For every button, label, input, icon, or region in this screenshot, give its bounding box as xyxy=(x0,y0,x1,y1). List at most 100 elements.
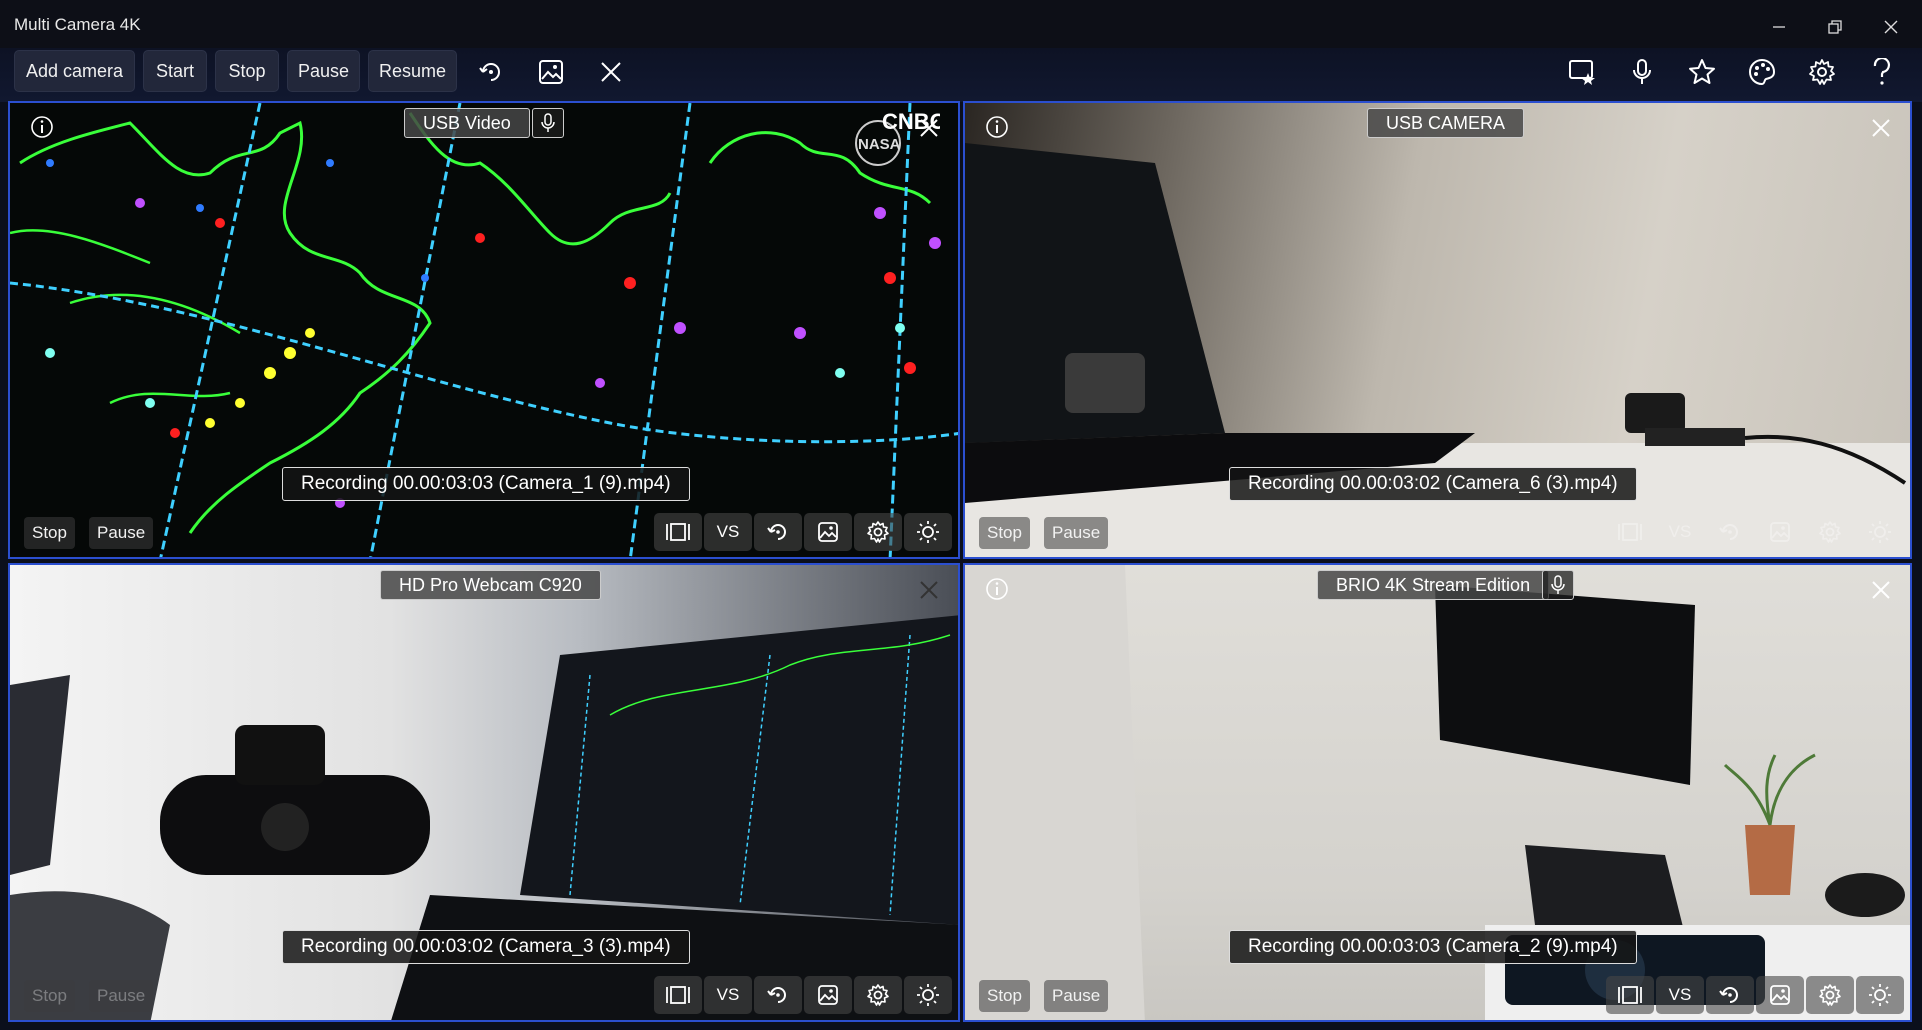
gear-icon xyxy=(1819,984,1841,1006)
close-icon xyxy=(920,581,938,599)
rotate-icon xyxy=(767,524,786,540)
toolbar: Add camera Start Stop Pause Resume xyxy=(0,48,1922,102)
tile-stop-button[interactable]: Stop xyxy=(24,980,75,1012)
close-camera-button[interactable] xyxy=(1866,113,1896,143)
camera-mic-button[interactable] xyxy=(1542,570,1574,600)
palette-icon xyxy=(1749,58,1776,86)
snapshot-button[interactable] xyxy=(804,513,852,551)
minimize-button[interactable] xyxy=(1750,8,1808,46)
tile-stop-button[interactable]: Stop xyxy=(979,980,1030,1012)
camera-name-label[interactable]: HD Pro Webcam C920 xyxy=(380,570,601,600)
image-icon xyxy=(1770,985,1790,1005)
camera-name-label[interactable]: USB Video xyxy=(404,108,530,138)
vs-button[interactable]: VS xyxy=(1656,976,1704,1014)
fit-icon xyxy=(666,986,690,1004)
stop-button[interactable]: Stop xyxy=(215,50,279,92)
close-window-button[interactable] xyxy=(1862,8,1920,46)
rotate-icon xyxy=(479,63,500,81)
rotate-icon xyxy=(1719,524,1738,540)
fit-button[interactable] xyxy=(1606,976,1654,1014)
tile-pause-button[interactable]: Pause xyxy=(1043,980,1109,1012)
info-button[interactable] xyxy=(983,113,1011,141)
add-camera-button[interactable]: Add camera xyxy=(14,50,135,92)
rotate-button[interactable] xyxy=(754,976,802,1014)
help-button[interactable] xyxy=(1862,52,1902,92)
close-icon xyxy=(920,119,938,137)
snapshot-all-button[interactable] xyxy=(531,52,571,92)
close-camera-button[interactable] xyxy=(914,575,944,605)
fit-button[interactable] xyxy=(654,513,702,551)
star-icon xyxy=(1689,59,1715,84)
app-title: Multi Camera 4K xyxy=(14,15,141,34)
fit-button[interactable] xyxy=(654,976,702,1014)
settings-button[interactable] xyxy=(1802,52,1842,92)
brightness-icon xyxy=(917,521,939,543)
tile-pause-button[interactable]: Pause xyxy=(88,517,154,549)
close-camera-button[interactable] xyxy=(914,113,944,143)
rotate-icon xyxy=(767,987,786,1003)
camera-tile[interactable]: HD Pro Webcam C920 Recording 00.00:03:02… xyxy=(8,563,960,1022)
pause-button[interactable]: Pause xyxy=(287,50,360,92)
restore-button[interactable] xyxy=(1806,8,1864,46)
image-icon xyxy=(539,60,563,84)
vs-button[interactable]: VS xyxy=(1656,513,1704,551)
close-all-button[interactable] xyxy=(591,52,631,92)
info-icon xyxy=(986,578,1008,600)
image-icon xyxy=(818,522,838,542)
overlay-button[interactable] xyxy=(1562,52,1602,92)
microphone-button[interactable] xyxy=(1622,52,1662,92)
theme-button[interactable] xyxy=(1742,52,1782,92)
brightness-button[interactable] xyxy=(904,513,952,551)
title-bar: Multi Camera 4K xyxy=(0,0,1922,48)
camera-settings-button[interactable] xyxy=(854,513,902,551)
recording-status: Recording 00.00:03:03 (Camera_2 (9).mp4) xyxy=(1229,930,1637,964)
gear-icon xyxy=(867,984,889,1006)
camera-tile[interactable]: USB Video NASA CNBC Recording 00.00:03:03… xyxy=(8,101,960,559)
picture-star-icon xyxy=(1569,60,1595,85)
camera-mic-button[interactable] xyxy=(532,108,564,138)
image-icon xyxy=(1770,522,1790,542)
camera-tile[interactable]: BRIO 4K Stream Edition Recording 00.00:0… xyxy=(963,563,1912,1022)
start-button[interactable]: Start xyxy=(143,50,207,92)
favorites-button[interactable] xyxy=(1682,52,1722,92)
info-button[interactable] xyxy=(983,575,1011,603)
brightness-button[interactable] xyxy=(1856,513,1904,551)
fit-icon xyxy=(1618,986,1642,1004)
camera-tile[interactable]: USB CAMERA Recording 00.00:03:02 (Camera… xyxy=(963,101,1912,559)
fit-button[interactable] xyxy=(1606,513,1654,551)
camera-settings-button[interactable] xyxy=(854,976,902,1014)
tile-stop-button[interactable]: Stop xyxy=(979,517,1030,549)
rotate-button[interactable] xyxy=(1706,513,1754,551)
info-button[interactable] xyxy=(28,113,56,141)
vs-button[interactable]: VS xyxy=(704,976,752,1014)
brightness-button[interactable] xyxy=(904,976,952,1014)
help-icon xyxy=(1873,58,1890,85)
tile-stop-button[interactable]: Stop xyxy=(24,517,75,549)
tile-pause-button[interactable]: Pause xyxy=(1043,517,1109,549)
close-icon xyxy=(601,62,621,82)
rotate-button[interactable] xyxy=(754,513,802,551)
snapshot-button[interactable] xyxy=(1756,976,1804,1014)
close-icon xyxy=(1872,581,1890,599)
rotate-button[interactable] xyxy=(1706,976,1754,1014)
camera-name-label[interactable]: USB CAMERA xyxy=(1367,108,1525,138)
vs-button[interactable]: VS xyxy=(704,513,752,551)
image-icon xyxy=(818,985,838,1005)
close-icon xyxy=(1872,119,1890,137)
camera-settings-button[interactable] xyxy=(1806,513,1854,551)
camera-name-label[interactable]: BRIO 4K Stream Edition xyxy=(1317,570,1550,600)
camera-settings-button[interactable] xyxy=(1806,976,1854,1014)
close-camera-button[interactable] xyxy=(1866,575,1896,605)
brightness-icon xyxy=(1869,521,1891,543)
snapshot-button[interactable] xyxy=(804,976,852,1014)
brightness-button[interactable] xyxy=(1856,976,1904,1014)
gear-icon xyxy=(1819,521,1841,543)
rotate-icon xyxy=(1719,987,1738,1003)
minimize-icon xyxy=(1773,26,1785,28)
resume-button[interactable]: Resume xyxy=(368,50,457,92)
info-icon xyxy=(986,116,1008,138)
rotate-all-button[interactable] xyxy=(471,52,511,92)
snapshot-button[interactable] xyxy=(1756,513,1804,551)
fit-icon xyxy=(1618,523,1642,541)
tile-pause-button[interactable]: Pause xyxy=(88,980,154,1012)
